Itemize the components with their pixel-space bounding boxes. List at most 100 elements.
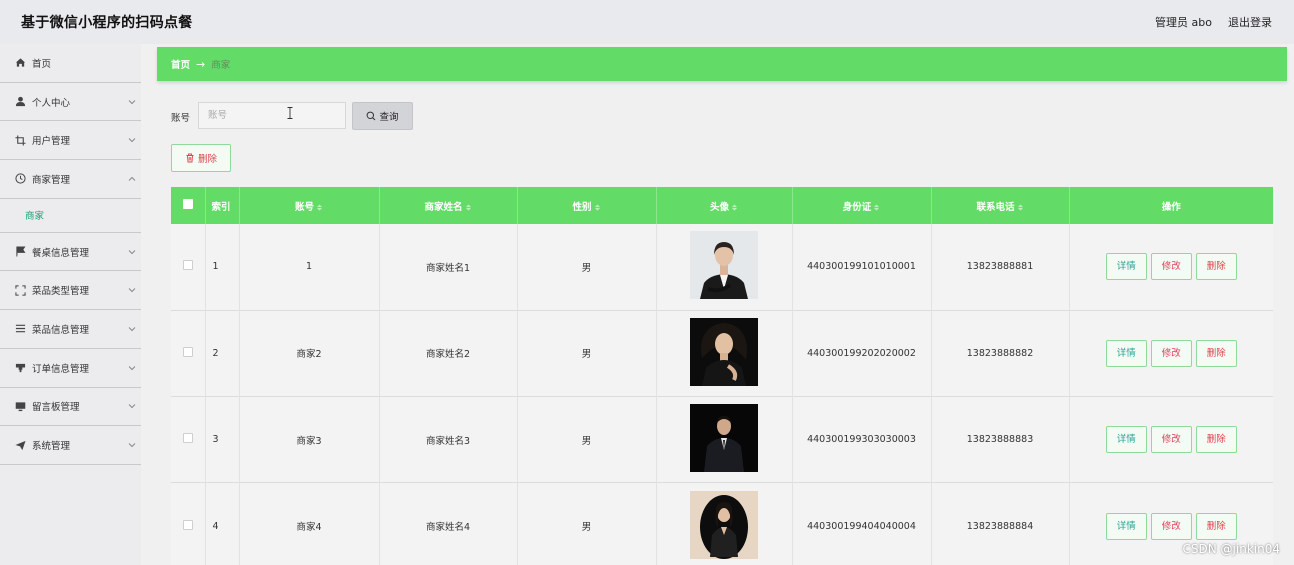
search-button-label: 查询 <box>379 112 399 123</box>
sidebar-item-orders[interactable]: 订单信息管理 <box>0 349 141 388</box>
clock-icon <box>14 173 26 185</box>
cell-index: 2 <box>205 310 240 397</box>
cell-name: 商家姓名4 <box>379 482 518 565</box>
sidebar-item-home[interactable]: 首页 <box>0 44 141 83</box>
table-row: 1 1 商家姓名1 男 440300199101010001 138238888… <box>171 224 1273 311</box>
edit-button[interactable]: 修改 <box>1150 253 1192 281</box>
cell-account: 1 <box>239 224 380 311</box>
sort-icon <box>465 203 471 211</box>
sort-icon <box>1017 203 1023 211</box>
delete-button[interactable]: 删除 <box>1195 253 1237 281</box>
batch-delete-button[interactable]: 删除 <box>171 144 231 172</box>
main-content: 首页 → 商家 账号 查询 删除 索引 账号 商家姓名 性别 <box>157 47 1287 565</box>
edit-button[interactable]: 修改 <box>1150 339 1192 367</box>
user-icon <box>14 96 26 108</box>
cell-id-card: 440300199404040004 <box>792 482 932 565</box>
cell-phone: 13823888882 <box>931 310 1070 397</box>
search-icon <box>367 111 376 121</box>
avatar-image[interactable] <box>690 317 758 386</box>
cell-phone: 13823888881 <box>931 224 1070 311</box>
row-checkbox[interactable] <box>182 433 193 444</box>
cell-id-card: 440300199202020002 <box>792 310 932 397</box>
breadcrumb: 首页 → 商家 <box>157 47 1287 81</box>
text-cursor-icon <box>287 107 293 119</box>
chevron-up-icon <box>128 176 136 181</box>
edit-button[interactable]: 修改 <box>1150 426 1192 454</box>
column-header: 操作 <box>1161 201 1181 213</box>
sidebar-item-label: 个人中心 <box>32 97 71 109</box>
sidebar-item-messages[interactable]: 留言板管理 <box>0 388 141 427</box>
sidebar-item-merchants[interactable]: 商家管理 <box>0 160 141 199</box>
detail-button[interactable]: 详情 <box>1105 253 1147 281</box>
logout-link[interactable]: 退出登录 <box>1228 14 1272 30</box>
search-input[interactable] <box>198 102 346 129</box>
column-header[interactable]: 联系电话 <box>931 187 1070 224</box>
search-button[interactable]: 查询 <box>352 102 413 130</box>
select-all-cell <box>171 187 206 224</box>
sidebar-item-tables[interactable]: 餐桌信息管理 <box>0 233 141 272</box>
sidebar-item-label: 用户管理 <box>32 136 71 148</box>
cell-gender: 男 <box>517 396 657 483</box>
table-row: 3 商家3 商家姓名3 男 440300199303030003 1382388… <box>171 396 1273 483</box>
cell-account: 商家4 <box>239 482 380 565</box>
cell-gender: 男 <box>517 310 657 397</box>
breadcrumb-current: 商家 <box>211 60 231 71</box>
edit-button[interactable]: 修改 <box>1150 512 1192 540</box>
cup-icon <box>14 362 26 374</box>
crop-icon <box>14 134 26 146</box>
avatar-image[interactable] <box>690 404 758 473</box>
detail-button[interactable]: 详情 <box>1105 426 1147 454</box>
cell-phone: 13823888883 <box>931 396 1070 483</box>
chevron-down-icon <box>128 249 136 254</box>
column-header[interactable]: 身份证 <box>792 187 932 224</box>
column-header[interactable]: 性别 <box>517 187 657 224</box>
delete-button[interactable]: 删除 <box>1195 512 1237 540</box>
row-checkbox[interactable] <box>182 519 193 530</box>
detail-button[interactable]: 详情 <box>1105 512 1147 540</box>
cell-gender: 男 <box>517 224 657 311</box>
column-header[interactable]: 商家姓名 <box>379 187 518 224</box>
cell-id-card: 440300199303030003 <box>792 396 932 483</box>
cell-account: 商家3 <box>239 396 380 483</box>
sidebar-item-users[interactable]: 用户管理 <box>0 121 141 161</box>
chevron-down-icon <box>128 327 136 332</box>
sidebar-item-label: 系统管理 <box>32 441 71 453</box>
cell-avatar <box>656 482 793 565</box>
chevron-down-icon <box>128 138 136 143</box>
sidebar-item-system[interactable]: 系统管理 <box>0 426 141 465</box>
sidebar-item-label: 菜品信息管理 <box>32 324 90 336</box>
cell-avatar <box>656 224 793 311</box>
delete-button[interactable]: 删除 <box>1195 426 1237 454</box>
sidebar-item-label: 首页 <box>32 58 52 70</box>
cell-actions: 详情 修改 删除 <box>1069 310 1273 396</box>
monitor-icon <box>14 400 26 412</box>
cell-actions: 详情 修改 删除 <box>1069 397 1273 483</box>
detail-button[interactable]: 详情 <box>1105 339 1147 367</box>
cell-index: 1 <box>205 224 240 311</box>
sidebar-item-dishes[interactable]: 菜品信息管理 <box>0 310 141 349</box>
cell-phone: 13823888884 <box>931 482 1070 565</box>
avatar-image[interactable] <box>690 490 758 559</box>
list-icon <box>14 323 26 335</box>
sidebar-item-dish-types[interactable]: 菜品类型管理 <box>0 271 141 311</box>
avatar-image[interactable] <box>690 231 758 300</box>
row-select-cell <box>171 396 206 483</box>
chevron-down-icon <box>128 288 136 293</box>
sidebar-item-label: 菜品类型管理 <box>32 286 90 298</box>
delete-button[interactable]: 删除 <box>1195 339 1237 367</box>
cell-avatar <box>656 396 793 483</box>
sidebar-subitem-merchant[interactable]: 商家 <box>0 199 141 233</box>
chevron-down-icon <box>128 99 136 104</box>
row-checkbox[interactable] <box>182 346 193 357</box>
select-all-checkbox[interactable] <box>182 199 193 209</box>
cell-actions: 详情 修改 删除 <box>1069 224 1273 310</box>
cell-index: 3 <box>205 396 240 483</box>
table-row: 4 商家4 商家姓名4 男 440300199404040004 1382388… <box>171 482 1273 565</box>
cell-index: 4 <box>205 482 240 565</box>
column-header[interactable]: 头像 <box>656 187 793 224</box>
row-checkbox[interactable] <box>182 260 193 271</box>
trash-icon <box>186 153 194 163</box>
sidebar-item-profile[interactable]: 个人中心 <box>0 83 141 122</box>
column-header[interactable]: 账号 <box>239 187 380 224</box>
breadcrumb-home[interactable]: 首页 <box>171 57 190 71</box>
